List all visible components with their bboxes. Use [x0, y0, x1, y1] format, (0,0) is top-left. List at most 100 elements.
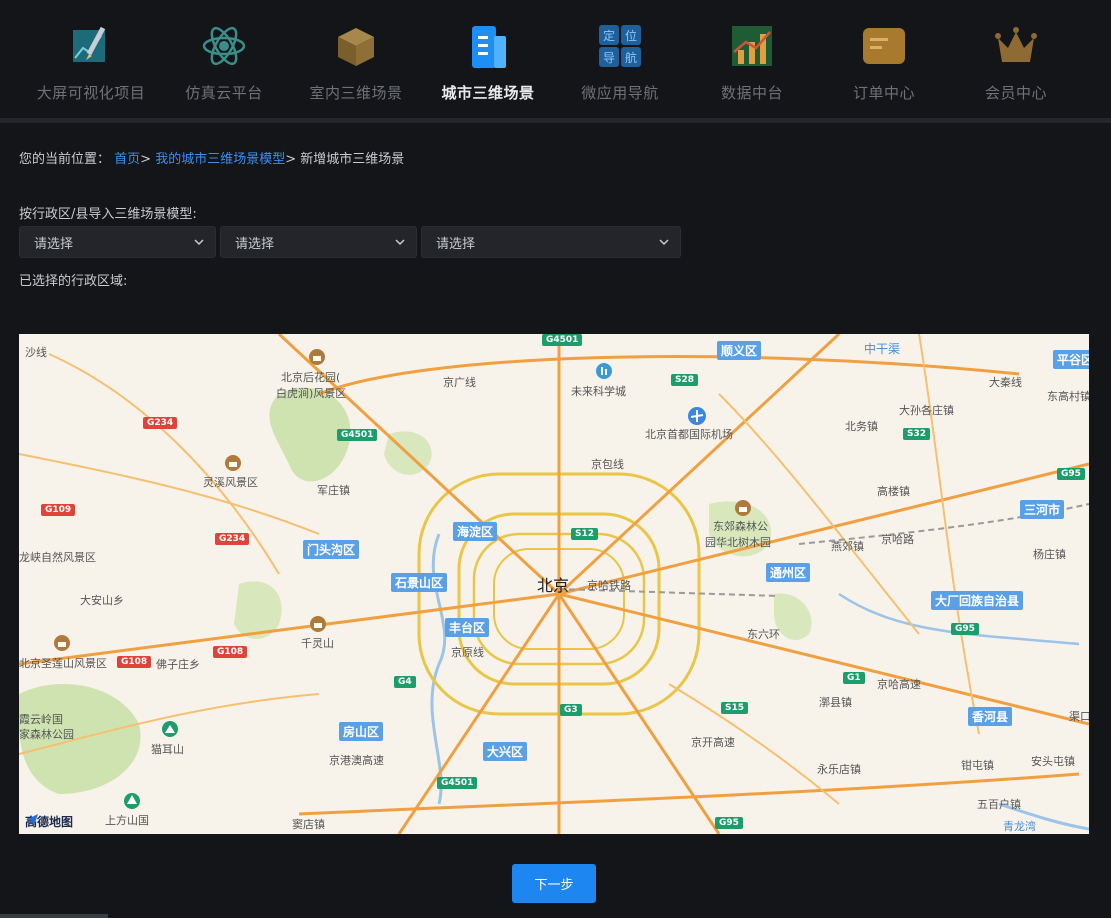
district-label: 海淀区 [453, 522, 498, 541]
crown-icon [995, 27, 1037, 62]
map-place-label: 京广线 [443, 376, 476, 389]
district-label: 大兴区 [483, 742, 528, 761]
next-step-button[interactable]: 下一步 [512, 864, 596, 903]
svg-text:航: 航 [625, 50, 637, 65]
district-label: 门头沟区 [303, 540, 360, 559]
map-place-label: 渠口 [1069, 710, 1089, 723]
map-place-label: 灵溪风景区 [203, 476, 258, 489]
svg-text:导: 导 [603, 51, 615, 65]
svg-text:位: 位 [625, 28, 637, 43]
map-center-label: 北京 [537, 576, 570, 595]
horizontal-scrollbar[interactable] [0, 914, 108, 918]
nav-label: 会员中心 [984, 84, 1047, 102]
forest-park-icon [124, 793, 140, 809]
road-shield: G95 [1057, 468, 1085, 480]
nav-item-city-3d[interactable]: 城市三维场景 [422, 0, 554, 118]
map-place-label: 东六环 [747, 628, 780, 641]
nav-label: 室内三维场景 [309, 84, 403, 102]
road-shield: G1 [843, 672, 865, 684]
scenic-spot-icon [735, 500, 751, 516]
chevron-down-icon [194, 239, 204, 246]
road-shield: G108 [117, 656, 152, 668]
breadcrumb-models-link[interactable]: 我的城市三维场景模型 [155, 152, 285, 167]
district-select[interactable]: 请选择 [421, 226, 681, 258]
district-label: 大厂回族自治县 [931, 591, 1024, 610]
map-place-label: 大安山乡 [80, 594, 124, 607]
scenic-spot-icon [225, 455, 241, 471]
building-icon [472, 26, 506, 68]
road-shield: G4501 [542, 334, 583, 346]
nav-item-indoor-3d[interactable]: 室内三维场景 [290, 0, 422, 118]
map-place-label: 漷县镇 [819, 696, 852, 709]
district-label: 石景山区 [391, 573, 448, 592]
map-place-label: 窦店镇 [292, 818, 325, 831]
nav-item-data-platform[interactable]: 数据中台 [686, 0, 818, 118]
map-attribution: 高德地图 [25, 813, 73, 830]
map-place-label: 东高村镇 [1047, 390, 1089, 403]
road-shield: G4501 [337, 429, 378, 441]
map-place-label: 京哈铁路 [587, 579, 631, 592]
map-place-label: 京哈高速 [877, 678, 921, 691]
map-place-label: 永乐店镇 [817, 763, 861, 776]
map-place-label: 千灵山 [301, 637, 334, 650]
breadcrumb-prefix: 您的当前位置： [19, 152, 111, 167]
breadcrumb-home-link[interactable]: 首页 [114, 152, 140, 167]
map-place-label: 猫耳山 [151, 743, 184, 756]
order-card-icon [863, 28, 905, 64]
nav-item-members[interactable]: 会员中心 [950, 0, 1082, 118]
province-select-value: 请选择 [34, 236, 74, 252]
district-label: 顺义区 [717, 341, 762, 360]
map-place-label: 青龙湾 [1003, 820, 1036, 833]
road-shield: G234 [215, 533, 250, 545]
city-select-value: 请选择 [235, 236, 275, 252]
province-select[interactable]: 请选择 [19, 226, 216, 258]
scenic-spot-icon [309, 349, 325, 365]
nav-label: 仿真云平台 [185, 84, 263, 102]
road-shield: S15 [721, 702, 749, 714]
airport-icon [688, 407, 706, 425]
nav-item-orders[interactable]: 订单中心 [818, 0, 950, 118]
nav-item-bigscreen[interactable]: 大屏可视化项目 [25, 0, 157, 118]
chart-pencil-icon [73, 26, 106, 62]
road-shield: G4 [394, 676, 416, 688]
map-place-label: 高楼镇 [877, 485, 910, 498]
svg-text:定: 定 [603, 28, 615, 43]
map-place-label: 北务镇 [845, 420, 878, 433]
import-by-district-label: 按行政区/县导入三维场景模型: [19, 207, 197, 222]
nav-item-sim-cloud[interactable]: 仿真云平台 [158, 0, 290, 118]
map-place-label: 大孙各庄镇 [899, 404, 954, 417]
chevron-down-icon [395, 239, 405, 246]
scenic-spot-icon [310, 616, 326, 632]
header-divider [0, 119, 1111, 123]
nav-label: 大屏可视化项目 [36, 84, 146, 102]
map-place-label: 杨庄镇 [1033, 548, 1066, 561]
road-shield: S32 [903, 428, 931, 440]
road-shield: G95 [715, 817, 743, 829]
grid-nav-icon: 定 位 导 航 [599, 25, 641, 67]
scenic-spot-icon [54, 635, 70, 651]
road-shield: G3 [560, 704, 582, 716]
city-select[interactable]: 请选择 [220, 226, 417, 258]
map-place-label: 北京后花园( [281, 371, 341, 384]
breadcrumb-separator: > [140, 152, 152, 167]
map-place-label: 园华北树木园 [705, 536, 771, 549]
district-label: 丰台区 [445, 618, 490, 637]
district-select-value: 请选择 [436, 236, 476, 252]
road-shield: G234 [143, 417, 178, 429]
map-place-label: 安头屯镇 [1031, 755, 1075, 768]
map-place-label: 大秦线 [989, 376, 1022, 389]
map-place-label: 燕郊镇 [831, 540, 864, 553]
breadcrumb-current: 新增城市三维场景 [300, 152, 405, 167]
district-label: 房山区 [339, 722, 384, 741]
map-view[interactable]: 顺义区 平谷区 海淀区 门头沟区 石景山区 丰台区 通州区 三河市 大厂回族自治… [19, 334, 1089, 834]
road-shield: G109 [41, 504, 76, 516]
map-place-label: 霞云岭国 [19, 713, 63, 726]
map-place-label: 钳屯镇 [961, 759, 994, 772]
road-shield: S12 [571, 528, 599, 540]
nav-item-micro-app-nav[interactable]: 定 位 导 航 微应用导航 [554, 0, 686, 118]
bar-chart-icon [732, 26, 772, 66]
nav-label: 订单中心 [852, 84, 915, 102]
map-place-label: 家森林公园 [19, 728, 74, 741]
mountain-park-icon [162, 721, 178, 737]
map-place-label: 五百户镇 [977, 798, 1021, 811]
